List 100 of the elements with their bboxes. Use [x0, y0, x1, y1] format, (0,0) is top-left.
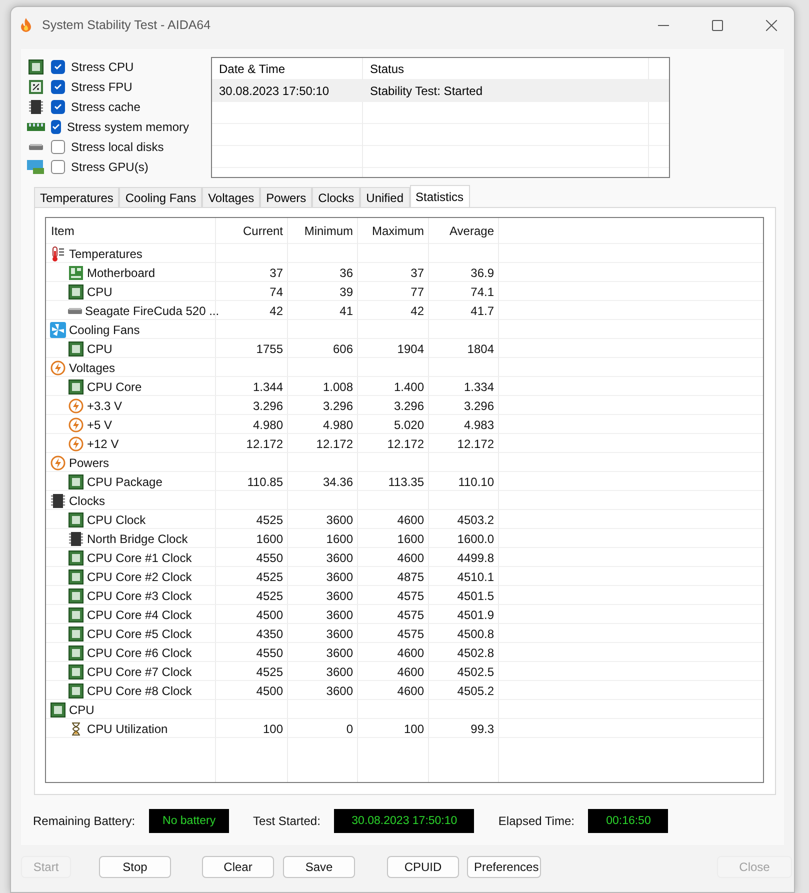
lightning-icon	[68, 398, 84, 414]
tab[interactable]: Powers	[260, 187, 312, 207]
value-cell: 4600	[397, 512, 424, 526]
tab[interactable]: Unified	[360, 187, 410, 207]
sensor-label: +5 V	[87, 418, 112, 432]
column-header[interactable]: Status	[363, 58, 648, 80]
lightning-icon	[50, 454, 66, 470]
log-row[interactable]: 30.08.2023 17:50:10 Stability Test: Started	[212, 80, 669, 102]
value-cell: 74	[270, 284, 283, 298]
value-cell: 42	[270, 304, 283, 318]
sensor-label: CPU Core #3 Clock	[87, 588, 192, 602]
value-cell: 3.296	[394, 398, 424, 412]
value-cell: 34.36	[322, 474, 353, 488]
value-cell: 1600	[256, 532, 283, 546]
tab[interactable]: Voltages	[202, 187, 260, 207]
value-cell: 41	[340, 304, 353, 318]
tab[interactable]: Cooling Fans	[119, 187, 202, 207]
value-cell: 4510.1	[457, 570, 494, 584]
sensor-label: CPU Package	[87, 474, 162, 488]
value-cell: 3600	[326, 646, 353, 660]
chip-icon	[68, 682, 84, 698]
sensor-label: CPU Core #8 Clock	[87, 684, 192, 698]
value-cell: 99.3	[470, 722, 494, 736]
status-label: Test Started:	[253, 814, 320, 828]
sensor-label: CPU Core #6 Clock	[87, 646, 192, 660]
lightning-icon	[68, 416, 84, 432]
status-display: 00:16:50	[588, 809, 668, 833]
dialog-button[interactable]: Clear	[202, 856, 274, 878]
column-header[interactable]: Average	[429, 218, 499, 244]
value-cell: 4550	[256, 550, 283, 564]
checkmark-icon	[52, 124, 60, 130]
sensor-label: CPU Core #7 Clock	[87, 664, 192, 678]
dialog-button[interactable]: Preferences	[467, 856, 541, 878]
window-title: System Stability Test - AIDA64	[42, 18, 212, 32]
column-header[interactable]: Current	[216, 218, 288, 244]
value-cell: 4499.8	[457, 550, 494, 564]
dialog-button[interactable]: Stop	[99, 856, 171, 878]
group-label: Voltages	[69, 360, 116, 374]
value-cell: 4500	[256, 608, 283, 622]
column-header[interactable]: Item	[46, 218, 216, 244]
checkbox[interactable]	[51, 100, 65, 114]
value-cell: 4500	[256, 684, 283, 698]
value-cell: 1804	[467, 342, 494, 356]
value-cell: 1.008	[322, 380, 353, 394]
sensor-label: +3.3 V	[87, 398, 122, 412]
sensor-label: CPU Clock	[87, 512, 146, 526]
tab[interactable]: Temperatures	[34, 187, 120, 207]
sensor-label: CPU Core #2 Clock	[87, 570, 192, 584]
status-label: Remaining Battery:	[33, 814, 136, 828]
checkbox[interactable]	[51, 80, 65, 94]
value-cell: 4575	[397, 626, 424, 640]
value-cell: 37	[410, 266, 424, 280]
value-cell: 3600	[326, 550, 353, 564]
sensor-label: CPU	[87, 284, 112, 298]
value-cell: 4525	[256, 512, 283, 526]
group-label: Cooling Fans	[69, 322, 140, 336]
value-cell: 1600	[397, 532, 424, 546]
log-cell-text: 30.08.2023 17:50:10	[218, 83, 330, 100]
tab[interactable]: Clocks	[312, 187, 360, 207]
value-cell: 4501.9	[457, 608, 494, 622]
checkbox[interactable]	[51, 140, 65, 154]
chip-icon	[68, 340, 84, 356]
value-cell: 4875	[397, 570, 424, 584]
chip-icon	[68, 474, 84, 490]
sensor-label: Seagate FireCuda 520 ...	[85, 304, 220, 318]
sensor-label: CPU Core #5 Clock	[87, 626, 192, 640]
chip-icon	[68, 284, 84, 300]
value-cell: 4501.5	[457, 588, 494, 602]
checkbox[interactable]	[51, 60, 65, 74]
dialog-button[interactable]: CPUID	[387, 856, 459, 878]
value-cell: 1904	[397, 342, 424, 356]
value-cell: 42	[410, 304, 424, 318]
option-label: Stress GPU(s)	[71, 160, 148, 174]
value-cell: 110.85	[247, 474, 283, 488]
column-header[interactable]: Minimum	[288, 218, 358, 244]
close-icon[interactable]	[766, 20, 776, 30]
value-cell: 113.35	[388, 474, 424, 488]
checkbox[interactable]	[51, 120, 61, 134]
status-display: 30.08.2023 17:50:10	[334, 809, 474, 833]
chip-icon	[68, 606, 84, 622]
value-cell: 1755	[256, 342, 283, 356]
group-label: CPU	[69, 702, 94, 716]
dialog-button[interactable]: Save	[283, 856, 355, 878]
drive-icon	[29, 144, 43, 150]
value-cell: 4600	[397, 550, 424, 564]
value-cell: 37	[270, 266, 283, 280]
column-header[interactable]: Date & Time	[212, 58, 363, 80]
chip-icon	[68, 512, 84, 528]
value-cell: 4600	[397, 646, 424, 660]
checkbox[interactable]	[51, 160, 65, 174]
maximize-icon[interactable]	[712, 20, 722, 30]
memory-chip-icon	[68, 530, 84, 546]
value-cell: 3600	[326, 684, 353, 698]
sensor-label: Motherboard	[87, 266, 156, 280]
value-cell: 4.980	[322, 418, 353, 432]
column-header[interactable]: Maximum	[358, 218, 429, 244]
option-label: Stress local disks	[71, 140, 164, 154]
value-cell: 77	[410, 284, 424, 298]
tab[interactable]: Statistics	[410, 185, 470, 207]
minimize-icon[interactable]	[658, 24, 668, 26]
